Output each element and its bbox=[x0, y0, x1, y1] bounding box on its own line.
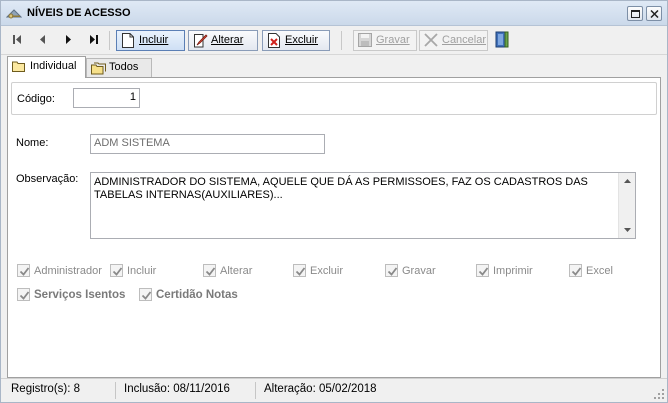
alterar-button[interactable]: Alterar bbox=[188, 30, 258, 51]
permission-label: Alterar bbox=[220, 265, 253, 277]
code-group: Código: 1 bbox=[11, 82, 657, 115]
status-divider bbox=[115, 382, 116, 399]
nome-label: Nome: bbox=[16, 137, 49, 149]
key-icon bbox=[5, 7, 23, 20]
cancel-icon bbox=[424, 33, 438, 48]
permission-label: Incluir bbox=[127, 265, 157, 277]
toolbar: Incluir Alterar Excluir Gravar Cancelar bbox=[1, 26, 667, 55]
memo-scrollbar[interactable] bbox=[618, 173, 635, 238]
permission-label: Gravar bbox=[402, 265, 436, 277]
edit-icon bbox=[193, 33, 208, 48]
observacao-text: ADMINISTRADOR DO SISTEMA, AQUELE QUE DÁ … bbox=[94, 176, 588, 201]
new-document-icon bbox=[121, 33, 135, 48]
tab-individual[interactable]: Individual bbox=[7, 56, 86, 78]
toolbar-separator bbox=[341, 31, 342, 50]
excluir-button[interactable]: Excluir bbox=[262, 30, 330, 51]
permission-incluir[interactable]: Incluir bbox=[110, 264, 156, 278]
status-alteracao: Alteração: 05/02/2018 bbox=[264, 383, 377, 395]
previous-record-icon[interactable] bbox=[35, 32, 53, 48]
permission-excluir[interactable]: Excluir bbox=[293, 264, 343, 278]
tab-individual-label: Individual bbox=[30, 60, 77, 72]
title-bar: NÍVEIS DE ACESSO bbox=[1, 1, 667, 26]
checkbox-checked-icon bbox=[385, 264, 398, 277]
codigo-field[interactable]: 1 bbox=[73, 88, 140, 108]
checkbox-checked-icon bbox=[476, 264, 489, 277]
permission-label: Imprimir bbox=[493, 265, 533, 277]
certidao-notas-label: Certidão Notas bbox=[156, 289, 238, 301]
status-bar: Registro(s): 8 Inclusão: 08/11/2016 Alte… bbox=[1, 378, 667, 402]
delete-icon bbox=[267, 33, 281, 48]
app-window: NÍVEIS DE ACESSO Incluir Alterar Excluir… bbox=[0, 0, 668, 403]
status-registros: Registro(s): 8 bbox=[11, 383, 81, 395]
excluir-label: Excluir bbox=[285, 34, 319, 46]
exit-icon[interactable] bbox=[495, 31, 513, 48]
tab-todos-label: Todos bbox=[109, 61, 139, 73]
checkbox-checked-icon bbox=[17, 288, 30, 301]
checkbox-checked-icon bbox=[203, 264, 216, 277]
cancelar-button[interactable]: Cancelar bbox=[419, 30, 488, 51]
window-title: NÍVEIS DE ACESSO bbox=[27, 7, 131, 19]
cancelar-label: Cancelar bbox=[442, 34, 487, 46]
incluir-button[interactable]: Incluir bbox=[116, 30, 185, 51]
certidao-notas-checkbox[interactable]: Certidão Notas bbox=[139, 288, 238, 302]
observacao-field[interactable]: ADMINISTRADOR DO SISTEMA, AQUELE QUE DÁ … bbox=[90, 172, 636, 239]
codigo-label: Código: bbox=[17, 93, 55, 105]
close-button[interactable] bbox=[646, 6, 662, 21]
last-record-icon[interactable] bbox=[85, 32, 103, 48]
scroll-up-icon[interactable] bbox=[624, 179, 631, 183]
checkbox-checked-icon bbox=[17, 264, 30, 277]
permission-label: Administrador bbox=[34, 265, 102, 277]
first-record-icon[interactable] bbox=[9, 32, 27, 48]
permission-label: Excel bbox=[586, 265, 613, 277]
permission-gravar[interactable]: Gravar bbox=[385, 264, 436, 278]
permission-administrador[interactable]: Administrador bbox=[17, 264, 102, 278]
next-record-icon[interactable] bbox=[60, 32, 78, 48]
permission-alterar[interactable]: Alterar bbox=[203, 264, 252, 278]
servicos-isentos-checkbox[interactable]: Serviços Isentos bbox=[17, 288, 125, 302]
checkbox-checked-icon bbox=[139, 288, 152, 301]
status-inclusao: Inclusão: 08/11/2016 bbox=[124, 383, 230, 395]
resize-grip-icon[interactable] bbox=[654, 389, 664, 399]
permission-excel[interactable]: Excel bbox=[569, 264, 613, 278]
observacao-label: Observação: bbox=[16, 173, 79, 185]
permission-imprimir[interactable]: Imprimir bbox=[476, 264, 533, 278]
checkbox-checked-icon bbox=[110, 264, 123, 277]
toolbar-separator bbox=[109, 31, 110, 50]
servicos-isentos-label: Serviços Isentos bbox=[34, 289, 126, 301]
incluir-label: Incluir bbox=[139, 34, 169, 46]
alterar-label: Alterar bbox=[211, 34, 244, 46]
permission-label: Excluir bbox=[310, 265, 344, 277]
individual-panel: Código: 1 Nome: ADM SISTEMA Observação: … bbox=[7, 77, 661, 378]
checkbox-checked-icon bbox=[293, 264, 306, 277]
save-icon bbox=[358, 33, 372, 48]
maximize-button[interactable] bbox=[627, 6, 643, 21]
tab-todos[interactable]: Todos bbox=[86, 58, 152, 77]
checkbox-checked-icon bbox=[569, 264, 582, 277]
scroll-down-icon[interactable] bbox=[624, 228, 631, 232]
gravar-button[interactable]: Gravar bbox=[353, 30, 417, 51]
folder-icon bbox=[12, 60, 25, 79]
nome-field[interactable]: ADM SISTEMA bbox=[90, 134, 325, 154]
gravar-label: Gravar bbox=[376, 34, 410, 46]
status-divider bbox=[255, 382, 256, 399]
